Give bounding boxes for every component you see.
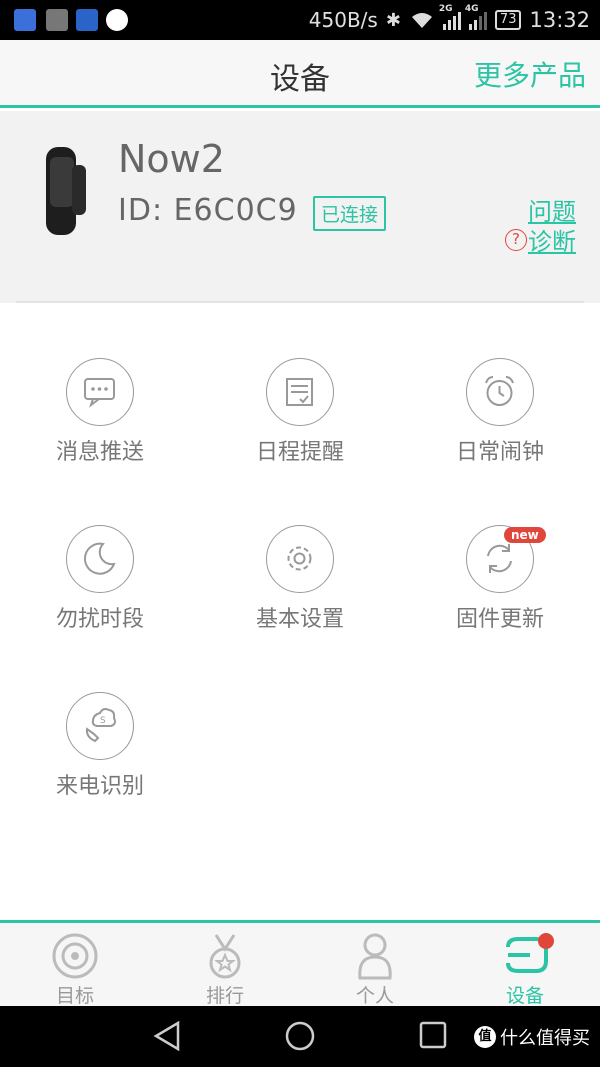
band-device-image [46, 147, 86, 235]
watermark-text: 什么值得买 [500, 1028, 590, 1049]
grid-label: 日程提醒 [255, 440, 344, 465]
signal-2g-icon: 2G [439, 4, 461, 30]
message-icon [66, 358, 134, 426]
notification-dot [538, 933, 554, 949]
divider [16, 301, 584, 303]
moon-icon [66, 525, 134, 593]
wifi-icon [411, 13, 432, 28]
grid-label: 固件更新 [455, 607, 544, 632]
connection-status-badge: 已连接 [313, 196, 387, 231]
bluetooth-icon: ✱ [385, 9, 401, 31]
question-icon[interactable]: ? [505, 229, 527, 251]
device-card[interactable]: Now2 ID: E6C0C9 已连接 ? 问题诊断 [0, 111, 600, 303]
battery-indicator: 73 [494, 10, 522, 30]
tab-ranking[interactable]: 排行 [150, 923, 300, 1009]
new-badge: new [504, 527, 546, 543]
nav-label: 个人 [355, 985, 394, 1007]
clock: 13:32 [529, 8, 590, 32]
grid-item-schedule-reminder[interactable]: 日程提醒 [200, 358, 400, 478]
more-products-button[interactable]: 更多产品 [474, 54, 586, 94]
grid-item-firmware-update[interactable]: 固件更新 [400, 525, 600, 645]
grid-label: 基本设置 [255, 607, 344, 632]
grid-item-daily-alarm[interactable]: 日常闹钟 [400, 358, 600, 478]
back-icon[interactable] [152, 1020, 182, 1052]
grid-label: 日常闹钟 [455, 440, 544, 465]
grid-label: 勿扰时段 [55, 607, 144, 632]
app-header: 设备 更多产品 [0, 40, 600, 108]
system-nav-bar: 值 什么值得买 [0, 1006, 600, 1067]
app-notification-icon [76, 9, 98, 31]
device-name: Now2 [118, 137, 225, 181]
nav-label: 设备 [505, 985, 544, 1007]
svg-text:S: S [100, 716, 106, 726]
nav-label: 排行 [205, 985, 244, 1007]
diagnose-link[interactable]: 问题诊断 [528, 197, 584, 257]
recents-icon[interactable] [418, 1020, 448, 1050]
grid-item-message-push[interactable]: 消息推送 [0, 358, 200, 478]
net-speed: 450B/s [308, 8, 378, 32]
home-icon[interactable] [284, 1020, 316, 1052]
schedule-icon [266, 358, 334, 426]
qq-icon [106, 9, 128, 31]
grid-label: 来电识别 [55, 774, 144, 799]
device-id: ID: E6C0C9 [118, 193, 298, 228]
watermark-logo-icon: 值 [474, 1026, 496, 1048]
tab-device[interactable]: 设备 [450, 923, 600, 1009]
network-4g-label: 4G [464, 4, 479, 14]
alarm-icon [466, 358, 534, 426]
gallery-app-icon [46, 9, 68, 31]
tab-personal[interactable]: 个人 [300, 923, 450, 1009]
status-bar: 450B/s ✱ 2G 4G 73 13:32 [0, 0, 600, 40]
gear-icon [266, 525, 334, 593]
network-2g-label: 2G [438, 4, 453, 14]
person-icon [358, 933, 392, 980]
nav-label: 目标 [55, 985, 94, 1007]
call-icon: S [66, 692, 134, 760]
bottom-nav: 目标 排行 个人 设备 [0, 920, 600, 1009]
signal-4g-icon: 4G [465, 4, 487, 30]
grid-label: 消息推送 [55, 440, 144, 465]
health-app-icon [14, 9, 36, 31]
tab-target[interactable]: 目标 [0, 923, 150, 1009]
grid-item-do-not-disturb[interactable]: 勿扰时段 [0, 525, 200, 645]
target-icon [52, 933, 98, 979]
grid-item-basic-settings[interactable]: 基本设置 [200, 525, 400, 645]
medal-icon [209, 934, 241, 979]
watermark: 值 什么值得买 [474, 1024, 590, 1050]
grid-item-caller-id[interactable]: S 来电识别 [0, 692, 200, 812]
